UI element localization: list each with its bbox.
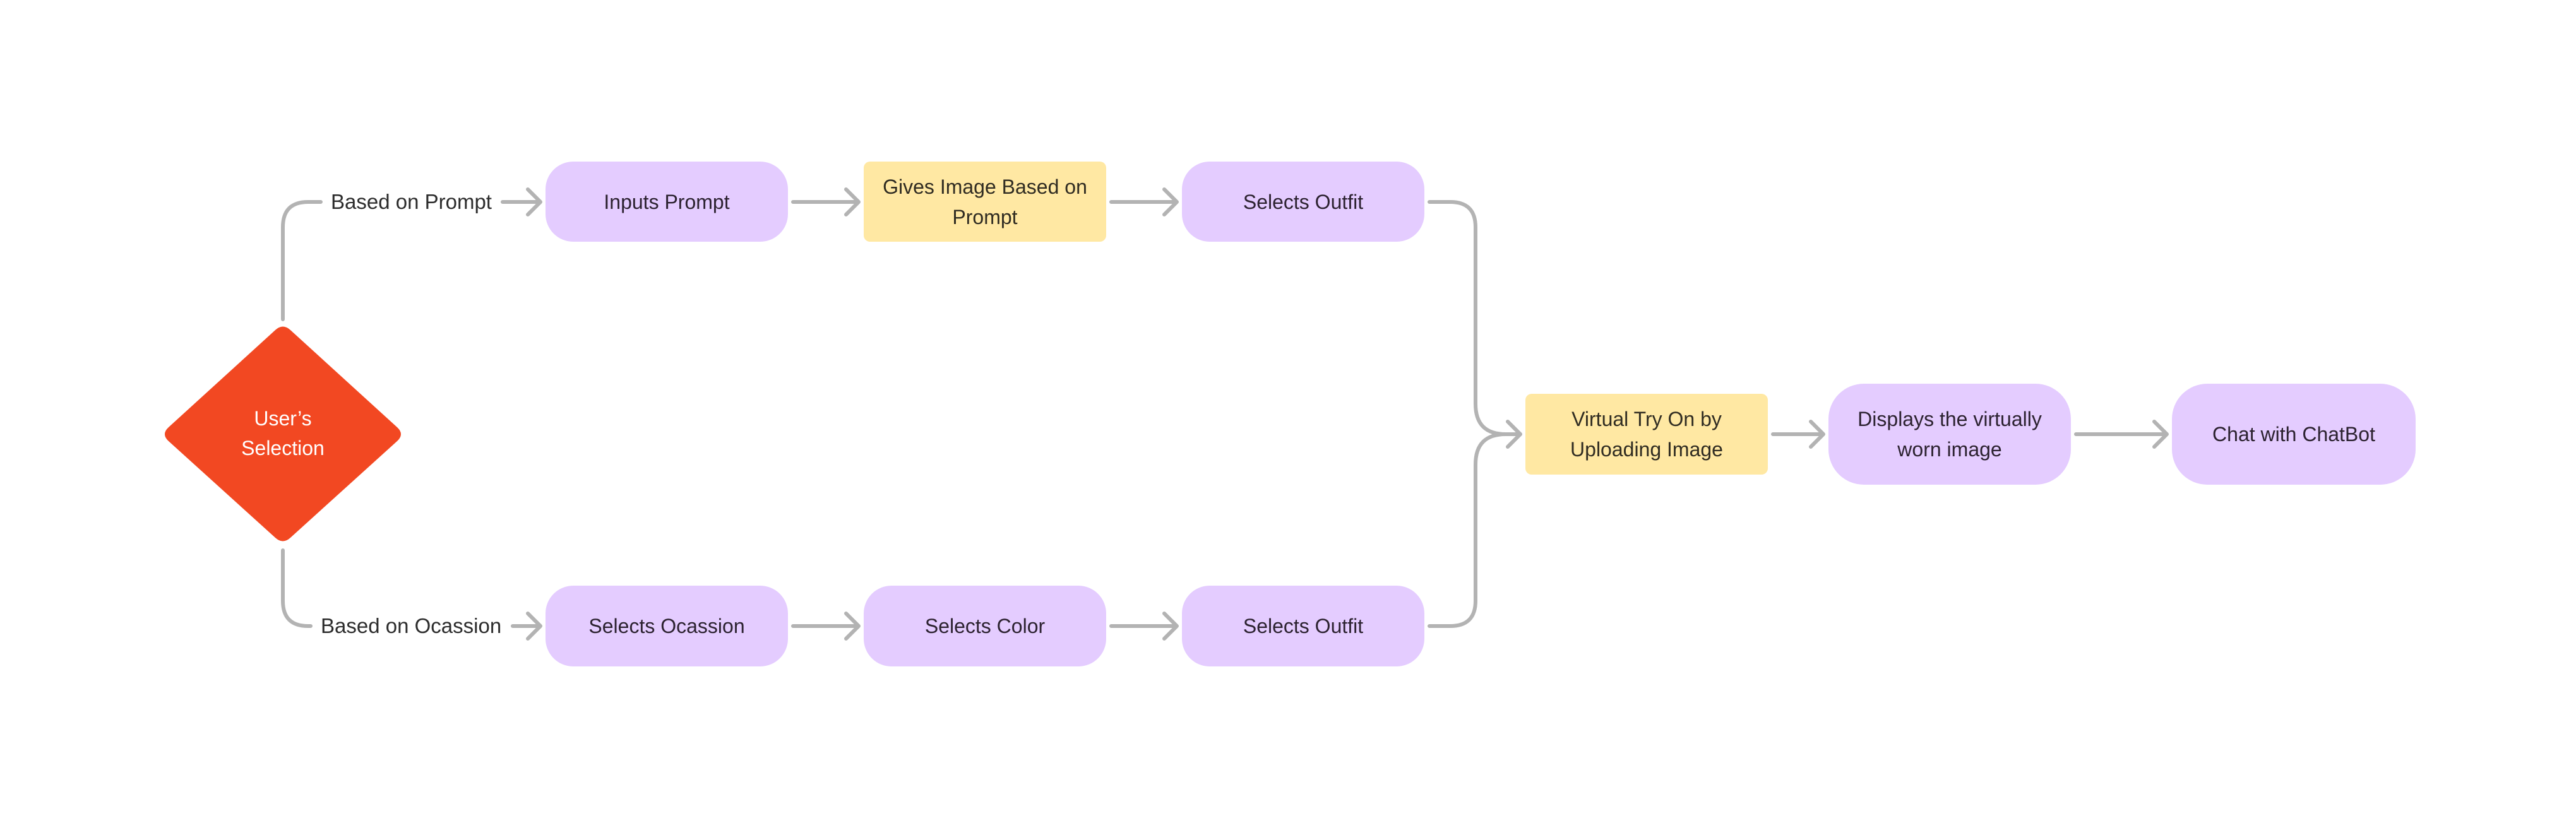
node-selects-occasion-label: Selects Ocassion — [588, 615, 745, 637]
node-selects-outfit-top-label: Selects Outfit — [1243, 190, 1364, 213]
arrow-occasion-to-color — [791, 612, 861, 641]
node-displays-image[interactable]: Displays the virtually worn image — [1828, 384, 2071, 485]
node-gives-image-label: Gives Image Based on Prompt — [883, 175, 1087, 228]
node-inputs-prompt-label: Inputs Prompt — [604, 190, 730, 213]
arrow-prompt-label-to-inputs-prompt — [501, 187, 542, 216]
arrow-occasion-label-to-selects-occasion — [511, 612, 542, 641]
node-chat-with-chatbot[interactable]: Chat with ChatBot — [2172, 384, 2416, 485]
connector-decision-to-occasion-branch — [281, 548, 313, 628]
node-selects-occasion[interactable]: Selects Ocassion — [546, 586, 788, 666]
diagram-canvas: User’s Selection Based on Prompt Based o… — [0, 0, 2576, 828]
arrow-virtual-to-displays — [1771, 420, 1825, 449]
node-selects-outfit-bottom-label: Selects Outfit — [1243, 615, 1364, 637]
connector-decision-to-prompt-branch — [281, 200, 323, 321]
connector-outfit-bottom-to-virtual — [1428, 420, 1522, 628]
decision-label: User’s Selection — [201, 404, 365, 463]
arrow-color-to-outfit-bottom — [1109, 612, 1179, 641]
arrow-displays-to-chat — [2074, 420, 2169, 449]
node-inputs-prompt[interactable]: Inputs Prompt — [546, 162, 788, 242]
branch-label-occasion: Based on Ocassion — [321, 614, 502, 637]
decision-label-line-1: User’s — [254, 407, 312, 430]
node-selects-outfit-bottom[interactable]: Selects Outfit — [1182, 586, 1424, 666]
connector-outfit-top-to-virtual — [1428, 200, 1522, 436]
node-virtual-try-on[interactable]: Virtual Try On by Uploading Image — [1525, 394, 1768, 475]
node-chat-with-chatbot-label: Chat with ChatBot — [2212, 423, 2375, 446]
arrow-inputs-prompt-to-gives-image — [791, 187, 861, 216]
decision-label-line-2: Selection — [241, 437, 325, 459]
arrow-gives-image-to-outfit-top — [1109, 187, 1179, 216]
node-displays-image-label: Displays the virtually worn image — [1857, 408, 2042, 461]
node-gives-image[interactable]: Gives Image Based on Prompt — [864, 162, 1106, 242]
node-selects-color-label: Selects Color — [924, 615, 1046, 637]
branch-label-prompt: Based on Prompt — [331, 190, 492, 213]
node-selects-outfit-top[interactable]: Selects Outfit — [1182, 162, 1424, 242]
node-selects-color[interactable]: Selects Color — [864, 586, 1106, 666]
node-virtual-try-on-label: Virtual Try On by Uploading Image — [1570, 408, 1723, 461]
